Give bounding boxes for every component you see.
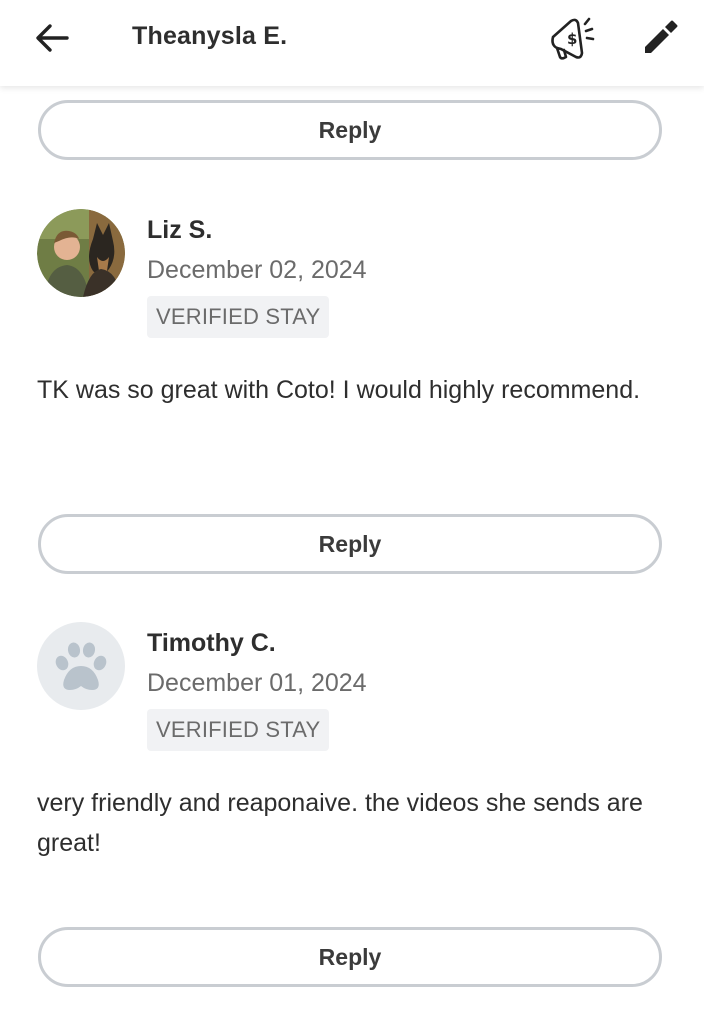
review-text: TK was so great with Coto! I would highl… <box>37 376 641 404</box>
reviewer-name: Timothy C. <box>147 629 276 657</box>
arrow-left-icon <box>36 24 69 52</box>
back-button[interactable] <box>30 16 74 60</box>
review-date: December 01, 2024 <box>147 669 367 697</box>
paw-placeholder-icon <box>55 642 107 690</box>
verified-stay-badge: VERIFIED STAY <box>147 296 330 338</box>
edit-button[interactable] <box>634 12 686 64</box>
top-app-bar: Theanysla E. $ <box>0 0 704 86</box>
avatar <box>37 209 125 297</box>
reply-button[interactable]: Reply <box>38 100 662 160</box>
reviews-list: Reply Liz S. December 02, 2024 VERIFIED … <box>0 86 704 1024</box>
reply-button[interactable]: Reply <box>38 927 662 987</box>
review-text: very friendly and reaponaive. the videos… <box>37 789 643 857</box>
pencil-icon <box>645 20 678 53</box>
reviewer-photo <box>37 209 125 297</box>
page-title: Theanysla E. <box>132 22 288 50</box>
megaphone-dollar-icon: $ <box>551 17 595 60</box>
svg-text:$: $ <box>567 30 577 48</box>
review-date: December 02, 2024 <box>147 256 367 284</box>
reviewer-name: Liz S. <box>147 216 213 244</box>
reply-button[interactable]: Reply <box>38 514 662 574</box>
promote-button[interactable]: $ <box>544 12 600 64</box>
avatar <box>37 622 125 710</box>
verified-stay-badge: VERIFIED STAY <box>147 709 330 751</box>
